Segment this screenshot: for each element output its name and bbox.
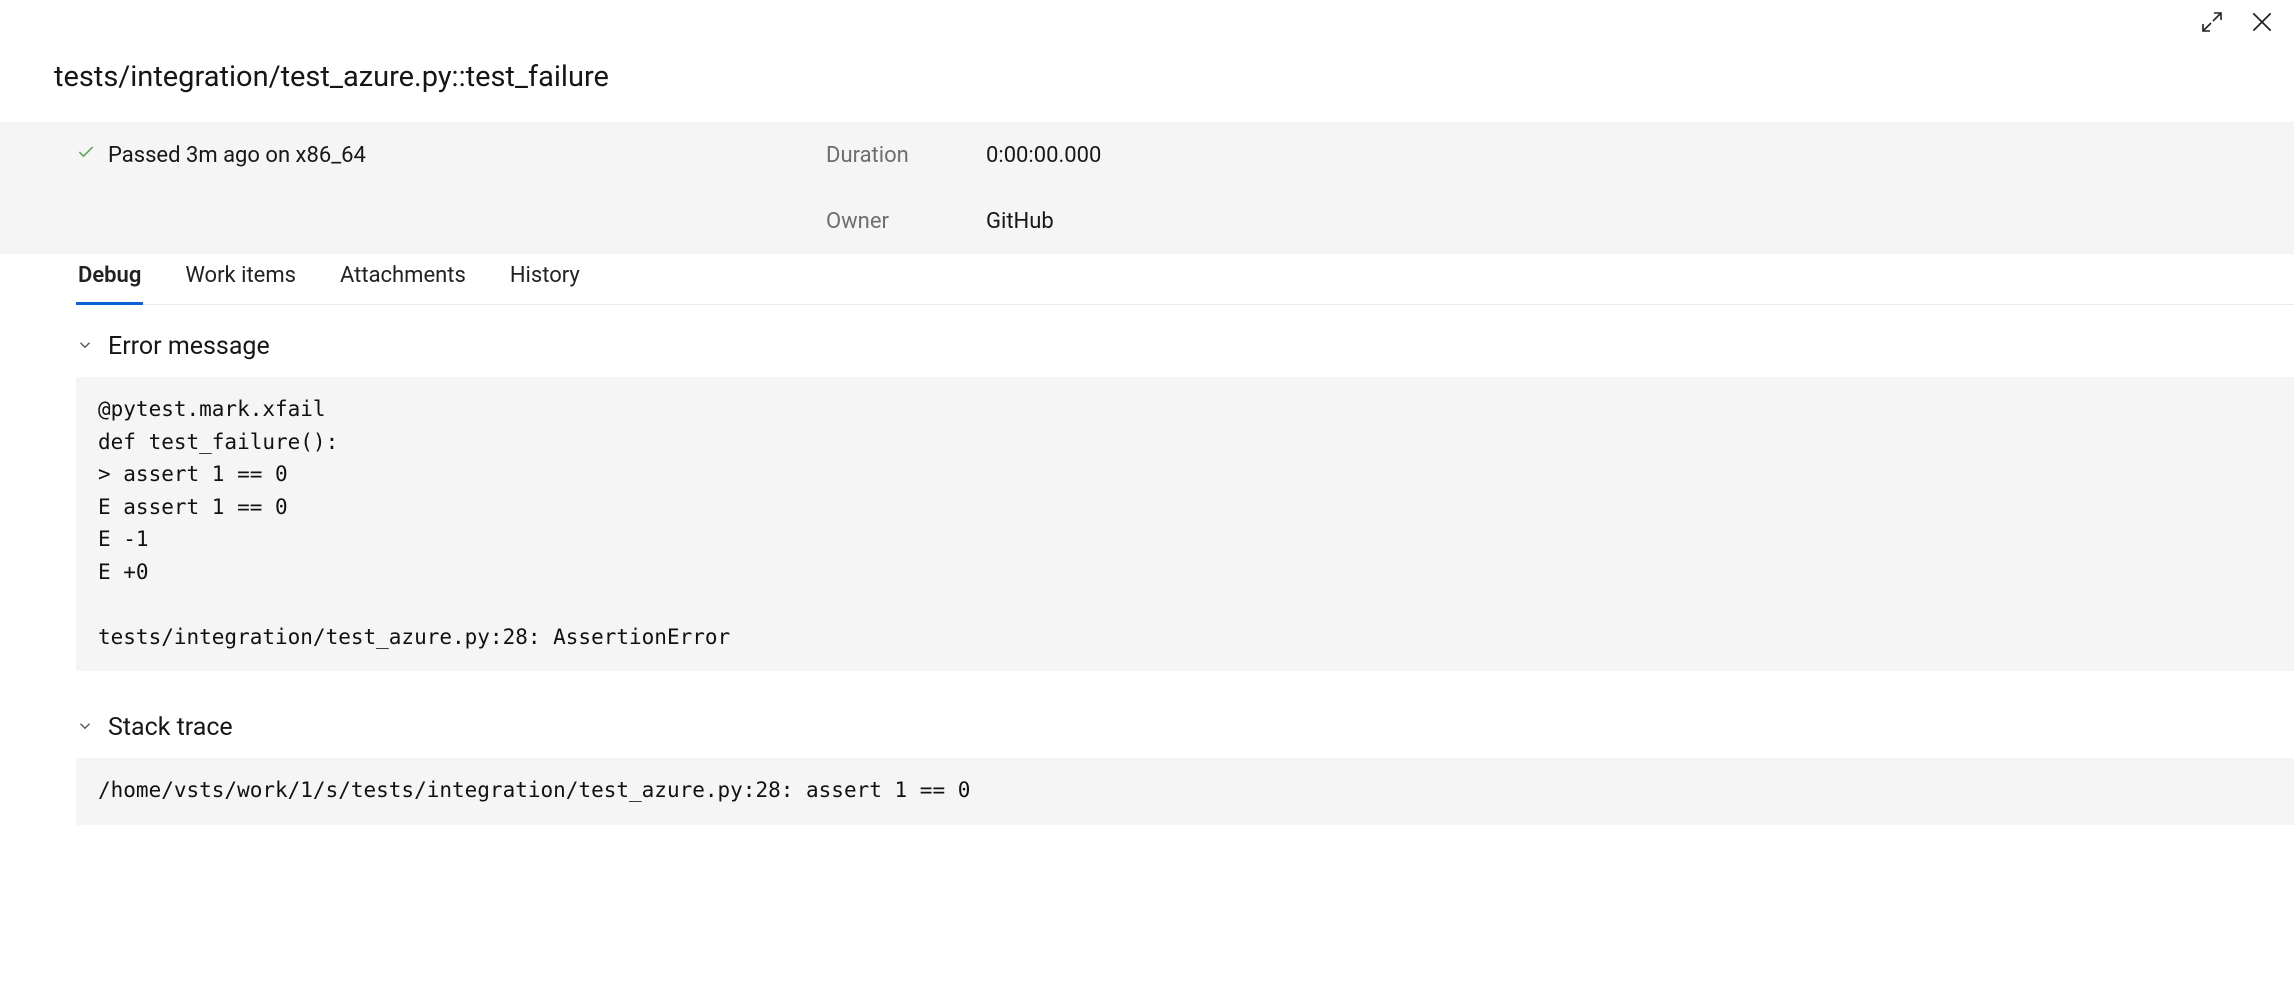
owner-value: GitHub [986, 209, 1054, 234]
tab-debug[interactable]: Debug [76, 263, 143, 304]
close-icon[interactable] [2248, 8, 2276, 36]
expand-icon[interactable] [2198, 8, 2226, 36]
section-title-error: Error message [108, 332, 270, 361]
tab-bar: Debug Work items Attachments History [76, 263, 2294, 305]
tab-attachments[interactable]: Attachments [338, 263, 468, 304]
duration-label: Duration [826, 143, 986, 168]
tab-content: Error message @pytest.mark.xfail def tes… [76, 332, 2294, 867]
status-text: Passed 3m ago on x86_64 [108, 143, 366, 168]
chevron-down-icon [76, 713, 94, 742]
test-detail-panel: tests/integration/test_azure.py::test_fa… [0, 0, 2294, 1008]
section-error-message: Error message @pytest.mark.xfail def tes… [76, 332, 2294, 671]
summary-bar: Passed 3m ago on x86_64 Duration 0:00:00… [0, 122, 2294, 254]
duration-value: 0:00:00.000 [986, 143, 1101, 168]
status-cell: Passed 3m ago on x86_64 [76, 142, 826, 168]
chevron-down-icon [76, 332, 94, 361]
tab-history[interactable]: History [508, 263, 582, 304]
section-stack-trace: Stack trace /home/vsts/work/1/s/tests/in… [76, 713, 2294, 825]
owner-label: Owner [826, 209, 986, 234]
page-title: tests/integration/test_azure.py::test_fa… [54, 60, 609, 94]
error-message-body: @pytest.mark.xfail def test_failure(): >… [76, 377, 2294, 671]
check-icon [76, 142, 96, 168]
section-header-stack[interactable]: Stack trace [76, 713, 2294, 742]
window-controls [2198, 8, 2276, 36]
stack-trace-body: /home/vsts/work/1/s/tests/integration/te… [76, 758, 2294, 825]
tab-work-items[interactable]: Work items [183, 263, 298, 304]
section-header-error[interactable]: Error message [76, 332, 2294, 361]
section-title-stack: Stack trace [108, 713, 233, 742]
